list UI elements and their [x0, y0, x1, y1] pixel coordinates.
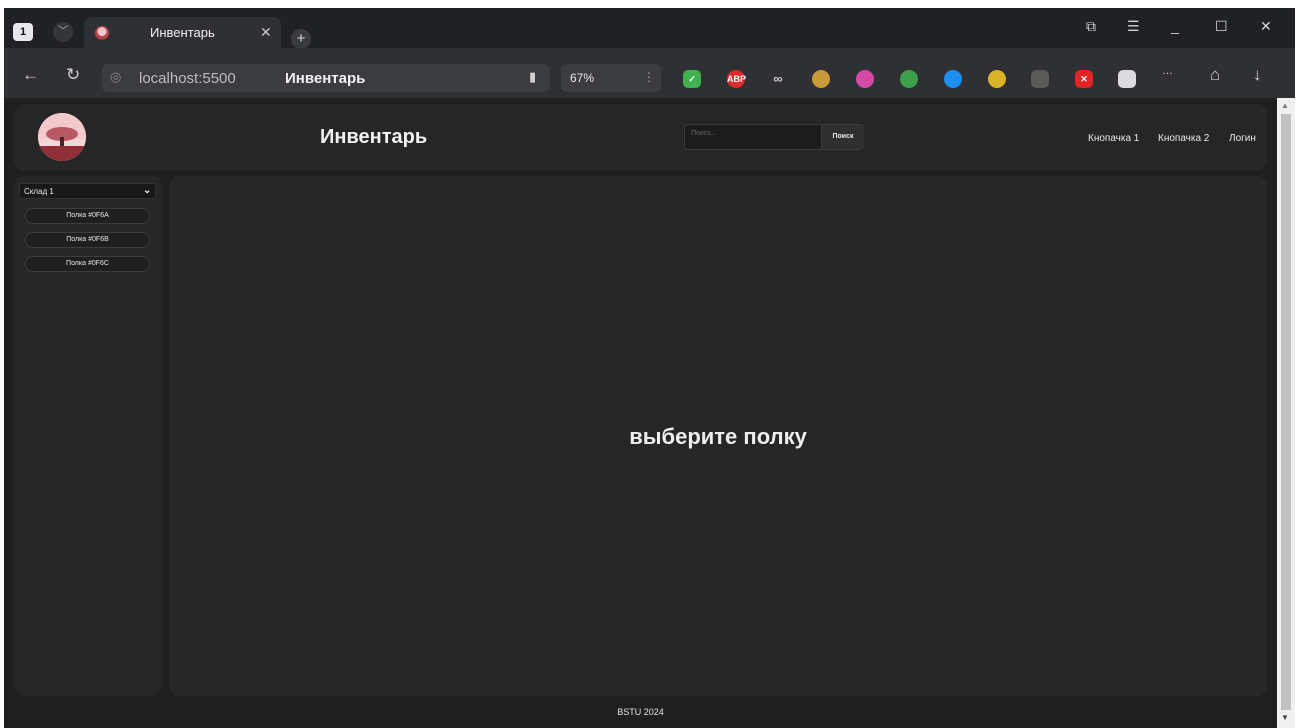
search-button[interactable]: Поиск	[821, 125, 864, 149]
tab-title: Инвентарь	[150, 25, 215, 40]
back-arrow-icon[interactable]: ←	[22, 65, 39, 85]
site-logo[interactable]	[38, 113, 86, 161]
bookmark-icon[interactable]: ▮	[529, 69, 536, 85]
download-icon[interactable]: ↓	[1253, 65, 1262, 85]
address-page-title: Инвентарь	[285, 70, 366, 87]
overflow-icon[interactable]: …	[1162, 65, 1173, 77]
main-content: выберите полку	[169, 176, 1267, 696]
tab-menu-icon[interactable]: ☰	[1127, 18, 1140, 35]
tab-list-chevron-icon[interactable]: ﹀	[53, 22, 73, 42]
zoom-indicator[interactable]: 67% ⋮	[561, 64, 661, 92]
screenshot-icon[interactable]	[856, 70, 874, 88]
tab-count-button[interactable]: 1	[13, 23, 33, 41]
scroll-down-icon[interactable]: ▼	[1281, 713, 1289, 722]
red-x-icon[interactable]: ✕	[1075, 70, 1093, 88]
search-input[interactable]: Поиск...	[691, 130, 716, 137]
page-footer: BSTU 2024	[617, 707, 664, 717]
chevron-down-icon: ⌄	[143, 185, 152, 196]
abp-icon[interactable]: ABP	[727, 70, 746, 88]
collections-icon[interactable]: ⧉	[1086, 18, 1096, 35]
page-scrollbar[interactable]: ▲ ▼	[1277, 98, 1295, 728]
warehouse-select-value: Склад 1	[24, 187, 54, 196]
zoom-level: 67%	[570, 71, 595, 85]
tab-close-icon[interactable]: ✕	[260, 24, 272, 41]
new-tab-button[interactable]: +	[291, 29, 311, 49]
tab-active[interactable]: Инвентарь ✕	[84, 17, 281, 48]
browser-window: 1 ﹀ Инвентарь ✕ + ⧉ ☰ _ ☐ ✕ ← ↻ ◎ localh…	[4, 8, 1295, 728]
camera-icon[interactable]	[1031, 70, 1049, 88]
tab-favicon-icon	[95, 26, 109, 40]
nav-button-2[interactable]: Кнопачка 2	[1158, 133, 1209, 144]
glasses-icon[interactable]: ∞	[769, 70, 787, 88]
close-window-icon[interactable]: ✕	[1260, 18, 1272, 35]
shield-check-icon[interactable]: ✓	[683, 70, 701, 88]
tab-strip: 1 ﹀ Инвентарь ✕ + ⧉ ☰ _ ☐ ✕	[4, 8, 1295, 49]
minimize-icon[interactable]: _	[1171, 18, 1179, 34]
warehouse-select[interactable]: Склад 1 ⌄	[19, 183, 156, 199]
qr-icon[interactable]	[1118, 70, 1136, 88]
shelf-item[interactable]: Полка #0F6C	[25, 256, 150, 272]
scroll-up-icon[interactable]: ▲	[1281, 101, 1289, 110]
site-info-icon[interactable]: ◎	[110, 69, 121, 85]
sidebar: Склад 1 ⌄ Полка #0F6A Полка #0F6B Полка …	[14, 176, 162, 696]
scrollbar-thumb[interactable]	[1281, 114, 1291, 710]
reload-icon[interactable]: ↻	[66, 65, 80, 85]
puzzle-icon[interactable]	[812, 70, 830, 88]
web-page: Инвентарь Поиск... Поиск Кнопачка 1 Кноп…	[4, 98, 1277, 728]
address-url: localhost:5500	[139, 70, 236, 87]
site-header: Инвентарь Поиск... Поиск Кнопачка 1 Кноп…	[14, 104, 1267, 170]
shazam-icon[interactable]	[944, 70, 962, 88]
shelf-item[interactable]: Полка #0F6B	[25, 232, 150, 248]
nav-button-1[interactable]: Кнопачка 1	[1088, 133, 1139, 144]
search-box: Поиск... Поиск	[684, 124, 864, 150]
maximize-icon[interactable]: ☐	[1215, 18, 1228, 35]
browser-toolbar: ← ↻ ◎ localhost:5500 Инвентарь ▮ 67% ⋮ ✓…	[4, 48, 1295, 98]
chat-icon[interactable]	[900, 70, 918, 88]
address-bar[interactable]: ◎ localhost:5500 Инвентарь ▮	[102, 64, 550, 92]
site-title: Инвентарь	[320, 126, 428, 148]
shelf-item[interactable]: Полка #0F6A	[25, 208, 150, 224]
extensions-icon[interactable]: ⌂	[1210, 65, 1220, 85]
coin-icon[interactable]	[988, 70, 1006, 88]
more-options-icon[interactable]: ⋮	[643, 70, 655, 84]
login-link[interactable]: Логин	[1229, 133, 1256, 144]
empty-state-message: выберите полку	[629, 424, 807, 449]
